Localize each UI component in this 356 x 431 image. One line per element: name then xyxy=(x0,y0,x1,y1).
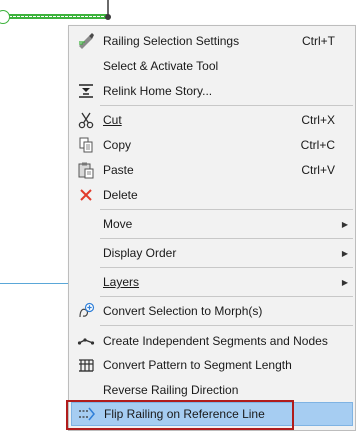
menu-item-label: Move xyxy=(103,217,133,231)
menu-item-reverse-railing-direction[interactable]: Reverse Railing Direction xyxy=(69,378,355,402)
menu-item-label: Select & Activate Tool xyxy=(103,59,219,73)
canvas-reference-line xyxy=(0,283,70,284)
segments-nodes-icon xyxy=(77,332,95,350)
menu-item-label: Cut xyxy=(103,113,122,127)
menu-item-label: Paste xyxy=(103,163,134,177)
menu-item-create-independent-segments[interactable]: Create Independent Segments and Nodes xyxy=(69,329,355,353)
menu-item-label: Convert Selection to Morph(s) xyxy=(103,304,263,318)
menu-item-label: Create Independent Segments and Nodes xyxy=(103,334,328,348)
railing-settings-icon xyxy=(77,32,95,50)
menu-item-label: Copy xyxy=(103,138,132,152)
menu-item-shortcut: Ctrl+T xyxy=(302,34,335,48)
menu-separator xyxy=(100,209,353,210)
menu-item-shortcut: Ctrl+V xyxy=(301,163,335,177)
menu-item-railing-selection-settings[interactable]: Railing Selection Settings Ctrl+T xyxy=(69,29,355,53)
menu-separator xyxy=(100,105,353,106)
menu-item-label: Delete xyxy=(103,188,138,202)
menu-item-move[interactable]: Move ▶ xyxy=(69,212,355,236)
menu-item-display-order[interactable]: Display Order ▶ xyxy=(69,241,355,265)
menu-item-shortcut: Ctrl+X xyxy=(301,113,335,127)
relink-story-icon xyxy=(77,82,95,100)
menu-item-cut[interactable]: Cut Ctrl+X xyxy=(69,108,355,132)
context-menu: Railing Selection Settings Ctrl+T Select… xyxy=(68,25,356,431)
menu-item-label: Relink Home Story... xyxy=(103,84,213,98)
menu-separator xyxy=(100,238,353,239)
menu-separator xyxy=(100,325,353,326)
pattern-segment-icon xyxy=(77,356,95,374)
menu-item-convert-pattern-segment-length[interactable]: Convert Pattern to Segment Length xyxy=(69,353,355,377)
submenu-arrow-icon: ▶ xyxy=(341,248,348,258)
scissors-icon xyxy=(77,111,95,129)
menu-item-layers[interactable]: Layers ▶ xyxy=(69,270,355,294)
menu-item-delete[interactable]: Delete xyxy=(69,183,355,207)
menu-separator xyxy=(100,296,353,297)
delete-x-icon xyxy=(77,186,95,204)
menu-item-relink-home-story[interactable]: Relink Home Story... xyxy=(69,79,355,103)
menu-item-copy[interactable]: Copy Ctrl+C xyxy=(69,133,355,157)
copy-icon xyxy=(77,136,95,154)
menu-item-label: Reverse Railing Direction xyxy=(103,383,239,397)
menu-item-label: Layers xyxy=(103,275,140,289)
menu-item-paste[interactable]: Paste Ctrl+V xyxy=(69,158,355,182)
canvas-railing-pattern xyxy=(8,14,106,19)
menu-separator xyxy=(100,267,353,268)
menu-item-label: Railing Selection Settings xyxy=(103,34,240,48)
menu-item-shortcut: Ctrl+C xyxy=(300,138,335,152)
menu-item-label: Flip Railing on Reference Line xyxy=(104,407,265,421)
submenu-arrow-icon: ▶ xyxy=(341,219,348,229)
menu-item-label: Display Order xyxy=(103,246,177,260)
flip-railing-icon xyxy=(78,405,96,423)
menu-item-label: Convert Pattern to Segment Length xyxy=(103,358,292,372)
morph-icon xyxy=(77,302,95,320)
menu-item-select-activate-tool[interactable]: Select & Activate Tool xyxy=(69,54,355,78)
submenu-arrow-icon: ▶ xyxy=(341,277,348,287)
canvas-railing-node xyxy=(0,10,10,24)
menu-item-flip-railing-reference-line[interactable]: Flip Railing on Reference Line xyxy=(71,402,353,426)
paste-icon xyxy=(77,161,95,179)
canvas-selection-point xyxy=(105,14,111,20)
menu-item-convert-to-morph[interactable]: Convert Selection to Morph(s) xyxy=(69,299,355,323)
